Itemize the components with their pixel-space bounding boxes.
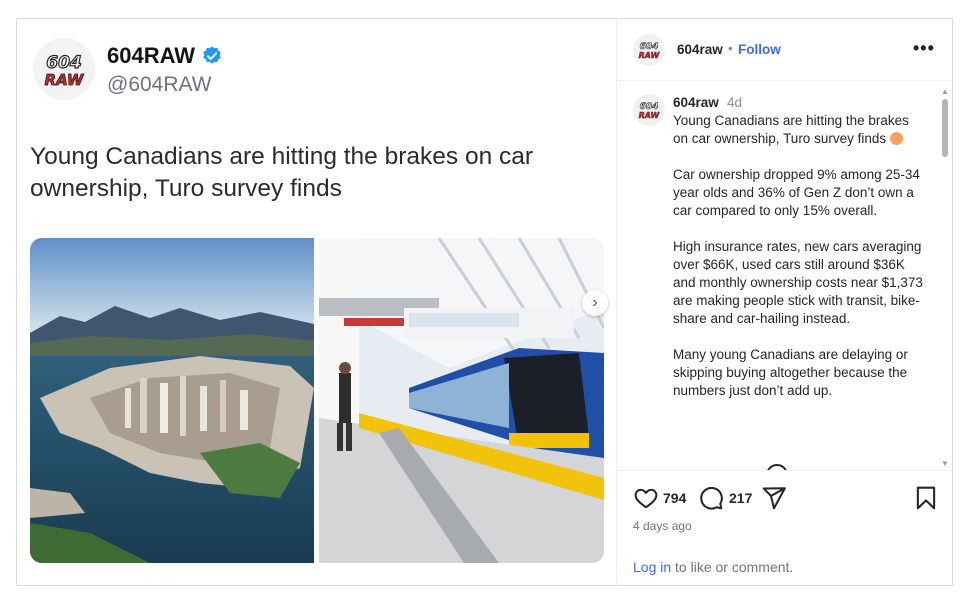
tweet-headline: Young Canadians are hitting the brakes o… — [30, 143, 534, 202]
more-options-icon[interactable]: ••• — [913, 38, 935, 59]
scroll-up-arrow-icon[interactable]: ▲ — [941, 87, 949, 96]
caption-area: 604 RAW 604raw 4d Young Canadians are hi… — [617, 82, 952, 471]
login-prompt: Log in to like or comment. — [633, 559, 793, 575]
bookmark-icon[interactable] — [913, 485, 939, 511]
caption-paragraph: Many young Canadians are delaying or ski… — [673, 347, 908, 398]
chevron-right-icon[interactable]: › — [582, 290, 608, 316]
post-sidebar: 604 RAW 604raw • Follow ••• 604 RAW 604r… — [617, 19, 952, 585]
paper-plane-icon[interactable] — [761, 485, 787, 511]
comment-bubble-icon[interactable] — [698, 485, 724, 511]
post-time-ago: 4 days ago — [633, 519, 692, 533]
svg-text:RAW: RAW — [639, 111, 661, 120]
login-prompt-text: to like or comment. — [671, 559, 794, 575]
comment-count: 217 — [729, 490, 753, 506]
avatar[interactable]: 604 RAW — [633, 34, 665, 66]
header-username[interactable]: 604raw — [677, 42, 723, 57]
heart-icon[interactable] — [633, 485, 659, 511]
svg-text:RAW: RAW — [45, 71, 85, 89]
avatar[interactable]: 604 RAW — [633, 94, 665, 126]
caption-lead: Young Canadians are hitting the brakes o… — [673, 113, 909, 146]
svg-text:RAW: RAW — [639, 51, 661, 60]
caption-timestamp: 4d — [727, 95, 743, 110]
post-media: 604 RAW 604RAW @604RAW Young Canadians a… — [17, 19, 617, 585]
follow-button[interactable]: Follow — [738, 42, 781, 57]
svg-text:604: 604 — [46, 53, 82, 73]
post-header: 604 RAW 604raw • Follow ••• — [617, 19, 952, 81]
tweet-handle: @604RAW — [107, 73, 212, 96]
vancouver-skyline-photo — [30, 238, 314, 563]
caption-paragraph: High insurance rates, new cars averaging… — [673, 239, 923, 326]
post-frame: 604 RAW 604RAW @604RAW Young Canadians a… — [16, 18, 953, 586]
like-count: 794 — [663, 490, 687, 506]
scrollbar-thumb[interactable] — [942, 99, 948, 157]
skytrain-station-photo — [319, 238, 604, 563]
login-link[interactable]: Log in — [633, 559, 671, 575]
verified-badge-icon — [203, 46, 221, 64]
tweet-display-name: 604RAW — [107, 43, 223, 69]
caption-text: Young Canadians are hitting the brakes o… — [673, 112, 923, 418]
caption-username[interactable]: 604raw — [673, 95, 719, 110]
caption-scrollbar[interactable]: ▲ ▼ — [938, 85, 952, 470]
scroll-down-arrow-icon[interactable]: ▼ — [941, 459, 949, 468]
caption-paragraph: Young Canadians are hitting the brakes o… — [673, 112, 923, 148]
action-bar: 794 217 — [617, 485, 952, 515]
load-more-comments-icon[interactable] — [766, 464, 788, 470]
header-separator: • — [728, 41, 733, 56]
flushed-face-emoji-icon — [889, 132, 903, 145]
display-name-text: 604RAW — [107, 43, 196, 68]
604raw-logo: 604 RAW — [33, 38, 95, 100]
caption-paragraph: Car ownership dropped 9% among 25-34 yea… — [673, 167, 920, 218]
